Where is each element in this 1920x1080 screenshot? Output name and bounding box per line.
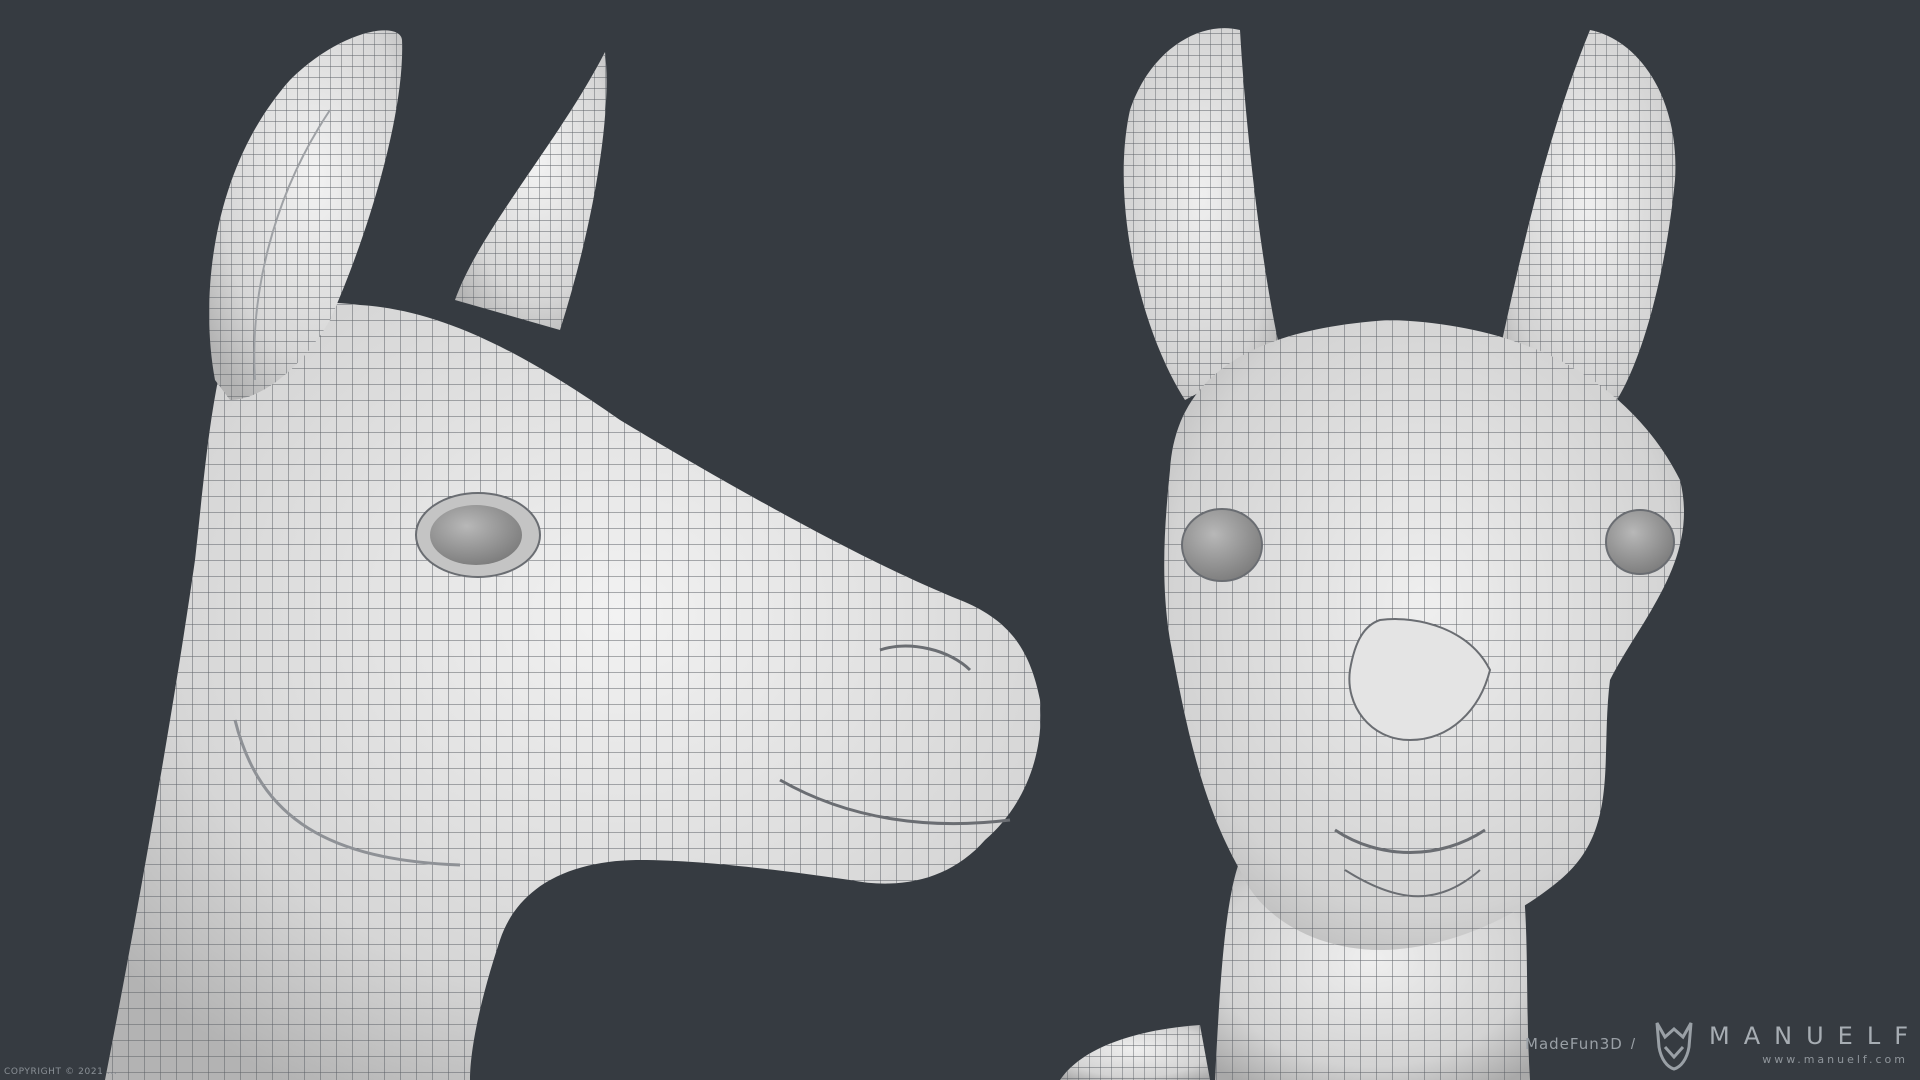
front-right-eye <box>1605 509 1675 575</box>
front-left-eye <box>1181 508 1263 582</box>
brand-name: MANUELF <box>1709 1021 1920 1050</box>
render-viewport <box>105 28 1684 1080</box>
brand-block: MadeFun3D / MANUELF www.manuelf.com <box>1525 1014 1908 1074</box>
manuelf-logo-icon <box>1655 1022 1693 1071</box>
brand-url: www.manuelf.com <box>1762 1052 1908 1066</box>
copyright-text: COPYRIGHT © 2021 ... <box>4 1067 118 1077</box>
llama-side-view <box>105 30 1041 1080</box>
made-label: MadeFun3D <box>1525 1035 1623 1053</box>
side-eye <box>430 505 522 565</box>
llama-front-view <box>1060 28 1684 1080</box>
brand-separator: / <box>1630 1035 1636 1053</box>
